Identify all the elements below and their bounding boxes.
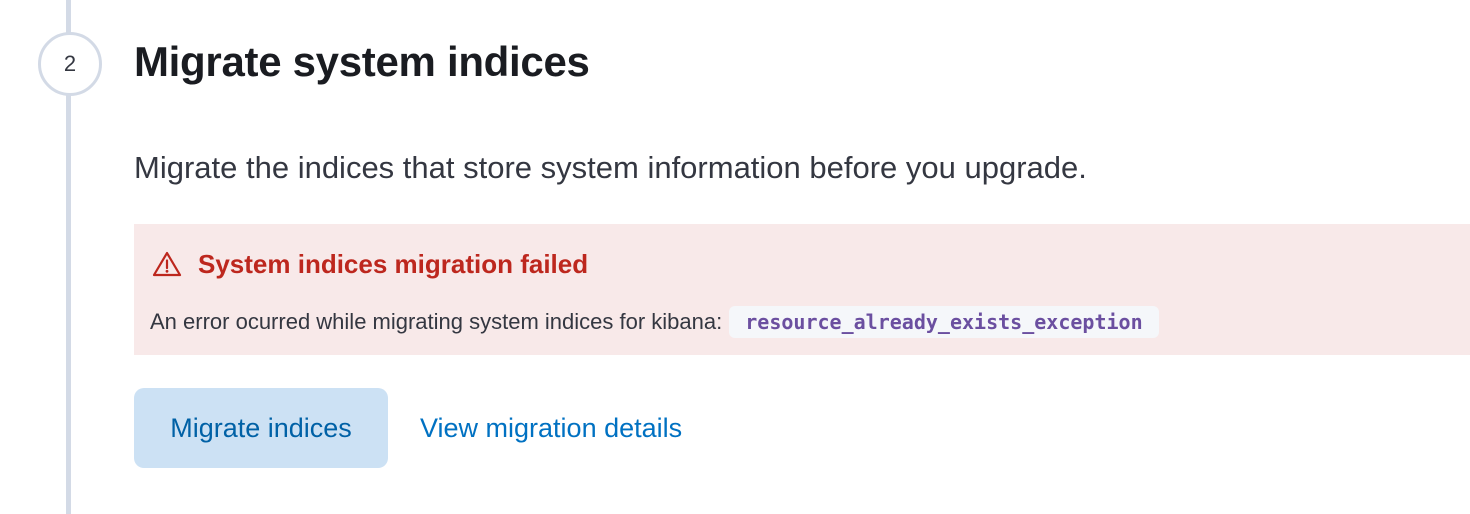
callout-body: An error ocurred while migrating system … xyxy=(150,306,1159,338)
step-title: Migrate system indices xyxy=(134,38,590,85)
step-number-badge: 2 xyxy=(38,32,102,96)
error-callout: System indices migration failed An error… xyxy=(134,224,1470,355)
alert-icon xyxy=(152,250,182,278)
callout-message: An error ocurred while migrating system … xyxy=(150,309,723,334)
error-code: resource_already_exists_exception xyxy=(729,306,1159,338)
migrate-indices-button[interactable]: Migrate indices xyxy=(134,388,388,468)
view-migration-details-link[interactable]: View migration details xyxy=(420,408,682,448)
step-description: Migrate the indices that store system in… xyxy=(134,150,1087,185)
callout-title: System indices migration failed xyxy=(198,249,589,279)
step-number: 2 xyxy=(63,51,77,76)
callout-header: System indices migration failed xyxy=(152,247,588,281)
